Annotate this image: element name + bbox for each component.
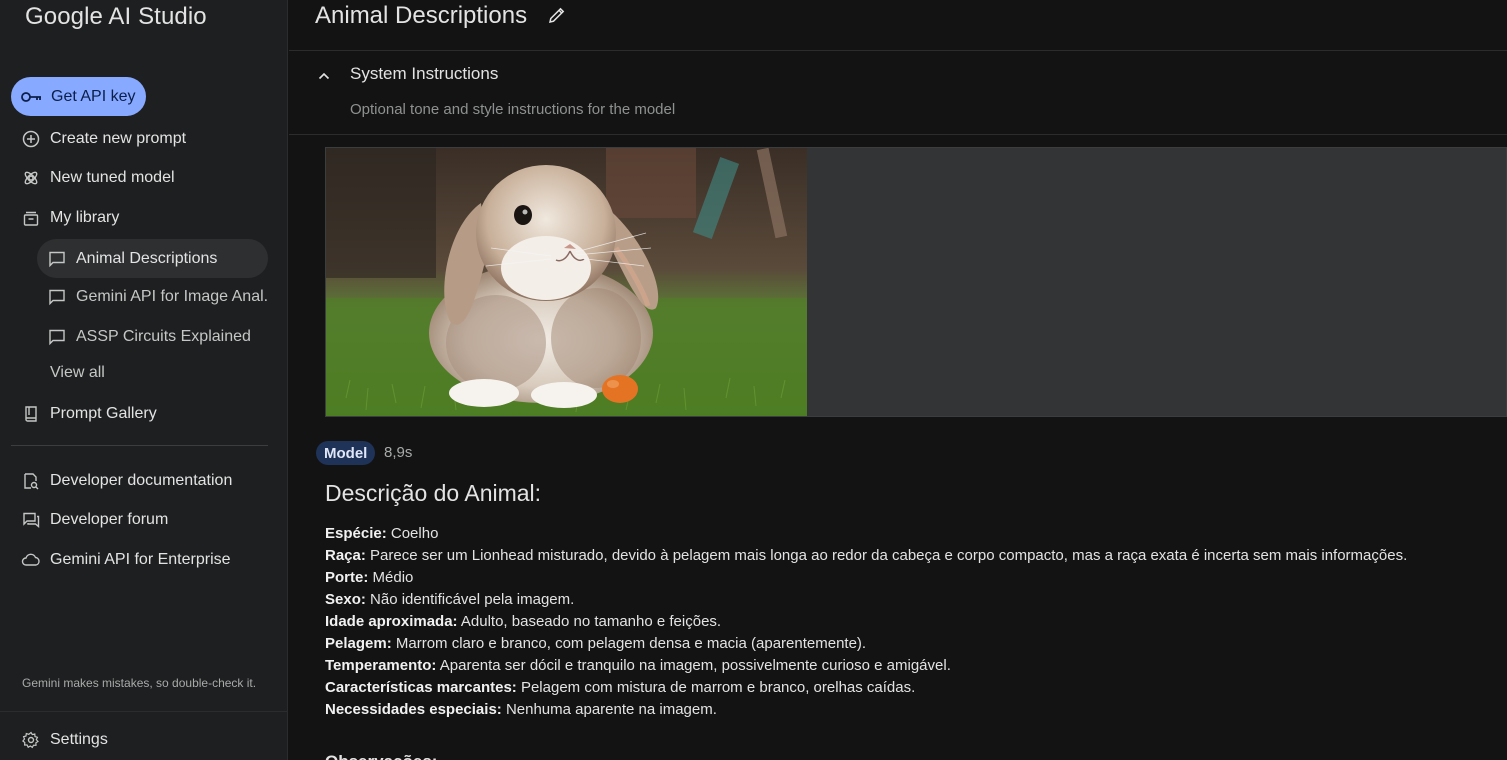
gemini-api-enterprise-label: Gemini API for Enterprise <box>50 551 231 568</box>
field-label: Características marcantes: <box>325 679 517 696</box>
rabbit-image[interactable] <box>326 148 807 416</box>
settings-item[interactable]: Settings <box>11 721 268 759</box>
settings-label: Settings <box>50 731 108 748</box>
edit-pencil-icon[interactable] <box>547 5 567 25</box>
forum-icon <box>21 510 41 530</box>
developer-documentation-label: Developer documentation <box>50 472 233 489</box>
response-line: Pelagem: Marrom claro e branco, com pela… <box>325 633 1495 655</box>
cloud-icon <box>21 550 41 570</box>
library-icon <box>21 208 41 228</box>
sidebar: Google AI Studio Get API key Create new … <box>0 0 288 760</box>
gemini-api-enterprise-item[interactable]: Gemini API for Enterprise <box>11 541 268 579</box>
get-api-key-button[interactable]: Get API key <box>11 77 146 116</box>
chat-icon <box>47 287 67 307</box>
response-heading: Descrição do Animal: <box>325 480 542 506</box>
page-title: Animal Descriptions <box>315 2 528 29</box>
response-body: Espécie: Coelho Raça: Parece ser um Lion… <box>325 523 1495 721</box>
create-new-prompt-label: Create new prompt <box>50 130 187 147</box>
field-label: Necessidades especiais: <box>325 701 502 718</box>
field-label: Raça: <box>325 547 366 564</box>
response-line: Raça: Parece ser um Lionhead misturado, … <box>325 545 1495 567</box>
response-line: Temperamento: Aparenta ser dócil e tranq… <box>325 655 1495 677</box>
field-value: Nenhuma aparente na imagem. <box>501 701 717 718</box>
key-icon <box>21 90 43 104</box>
plus-circle-icon <box>21 129 41 149</box>
field-value: Marrom claro e branco, com pelagem densa… <box>391 635 867 652</box>
book-icon <box>21 404 41 424</box>
library-item-label: Animal Descriptions <box>76 249 218 267</box>
field-value: Aparenta ser dócil e tranquilo na imagem… <box>436 657 951 674</box>
response-line: Necessidades especiais: Nenhuma aparente… <box>325 699 1495 721</box>
gear-icon <box>21 730 41 750</box>
system-instructions-input[interactable]: Optional tone and style instructions for… <box>350 101 675 118</box>
response-line: Espécie: Coelho <box>325 523 1495 545</box>
field-value: Adulto, baseado no tamanho e feições. <box>457 613 722 630</box>
create-new-prompt-item[interactable]: Create new prompt <box>11 120 268 158</box>
tuned-model-icon <box>21 168 41 188</box>
doc-search-icon <box>21 471 41 491</box>
field-value: Não identificável pela imagem. <box>365 591 575 608</box>
field-value: Médio <box>368 569 414 586</box>
response-line: Idade aproximada: Adulto, baseado no tam… <box>325 611 1495 633</box>
prompt-gallery-item[interactable]: Prompt Gallery <box>11 395 268 433</box>
app-title[interactable]: Google AI Studio <box>25 3 207 31</box>
prompt-header: Animal Descriptions <box>289 0 1507 51</box>
field-value: Parece ser um Lionhead misturado, devido… <box>365 547 1408 564</box>
response-next-heading: Observações: <box>325 752 437 760</box>
response-time: 8,9s <box>384 444 413 461</box>
uploaded-image-container <box>325 147 1507 417</box>
library-item-label: ASSP Circuits Explained <box>76 327 251 345</box>
field-label: Pelagem: <box>325 635 392 652</box>
chevron-up-icon[interactable] <box>316 68 332 84</box>
library-item-animal-descriptions[interactable]: Animal Descriptions <box>37 239 268 278</box>
field-value: Coelho <box>386 525 439 542</box>
field-label: Sexo: <box>325 591 366 608</box>
library-item-assp-circuits[interactable]: ASSP Circuits Explained <box>37 317 268 356</box>
disclaimer-text: Gemini makes mistakes, so double-check i… <box>22 676 257 690</box>
developer-forum-item[interactable]: Developer forum <box>11 501 268 539</box>
sidebar-divider <box>11 445 268 446</box>
field-label: Idade aproximada: <box>325 613 458 630</box>
chat-icon <box>47 249 67 269</box>
field-label: Porte: <box>325 569 369 586</box>
field-label: Espécie: <box>325 525 387 542</box>
system-instructions-title[interactable]: System Instructions <box>350 64 498 84</box>
library-item-label: Gemini API for Image Anal... <box>76 287 268 305</box>
new-tuned-model-label: New tuned model <box>50 169 175 186</box>
developer-documentation-item[interactable]: Developer documentation <box>11 462 268 500</box>
response-line: Características marcantes: Pelagem com m… <box>325 677 1495 699</box>
settings-divider <box>0 711 288 712</box>
my-library-item[interactable]: My library <box>11 199 268 237</box>
library-item-gemini-api-image[interactable]: Gemini API for Image Anal... <box>37 277 268 316</box>
field-label: Temperamento: <box>325 657 437 674</box>
prompt-gallery-label: Prompt Gallery <box>50 405 157 422</box>
response-line: Porte: Médio <box>325 567 1495 589</box>
developer-forum-label: Developer forum <box>50 511 169 528</box>
my-library-label: My library <box>50 209 120 226</box>
field-value: Pelagem com mistura de marrom e branco, … <box>516 679 916 696</box>
new-tuned-model-item[interactable]: New tuned model <box>11 159 268 197</box>
system-instructions-panel: System Instructions Optional tone and st… <box>289 51 1507 135</box>
view-all-link[interactable]: View all <box>50 364 105 382</box>
model-role-badge: Model <box>316 441 376 465</box>
chat-icon <box>47 327 67 347</box>
get-api-key-label: Get API key <box>51 87 136 105</box>
response-line: Sexo: Não identificável pela imagem. <box>325 589 1495 611</box>
